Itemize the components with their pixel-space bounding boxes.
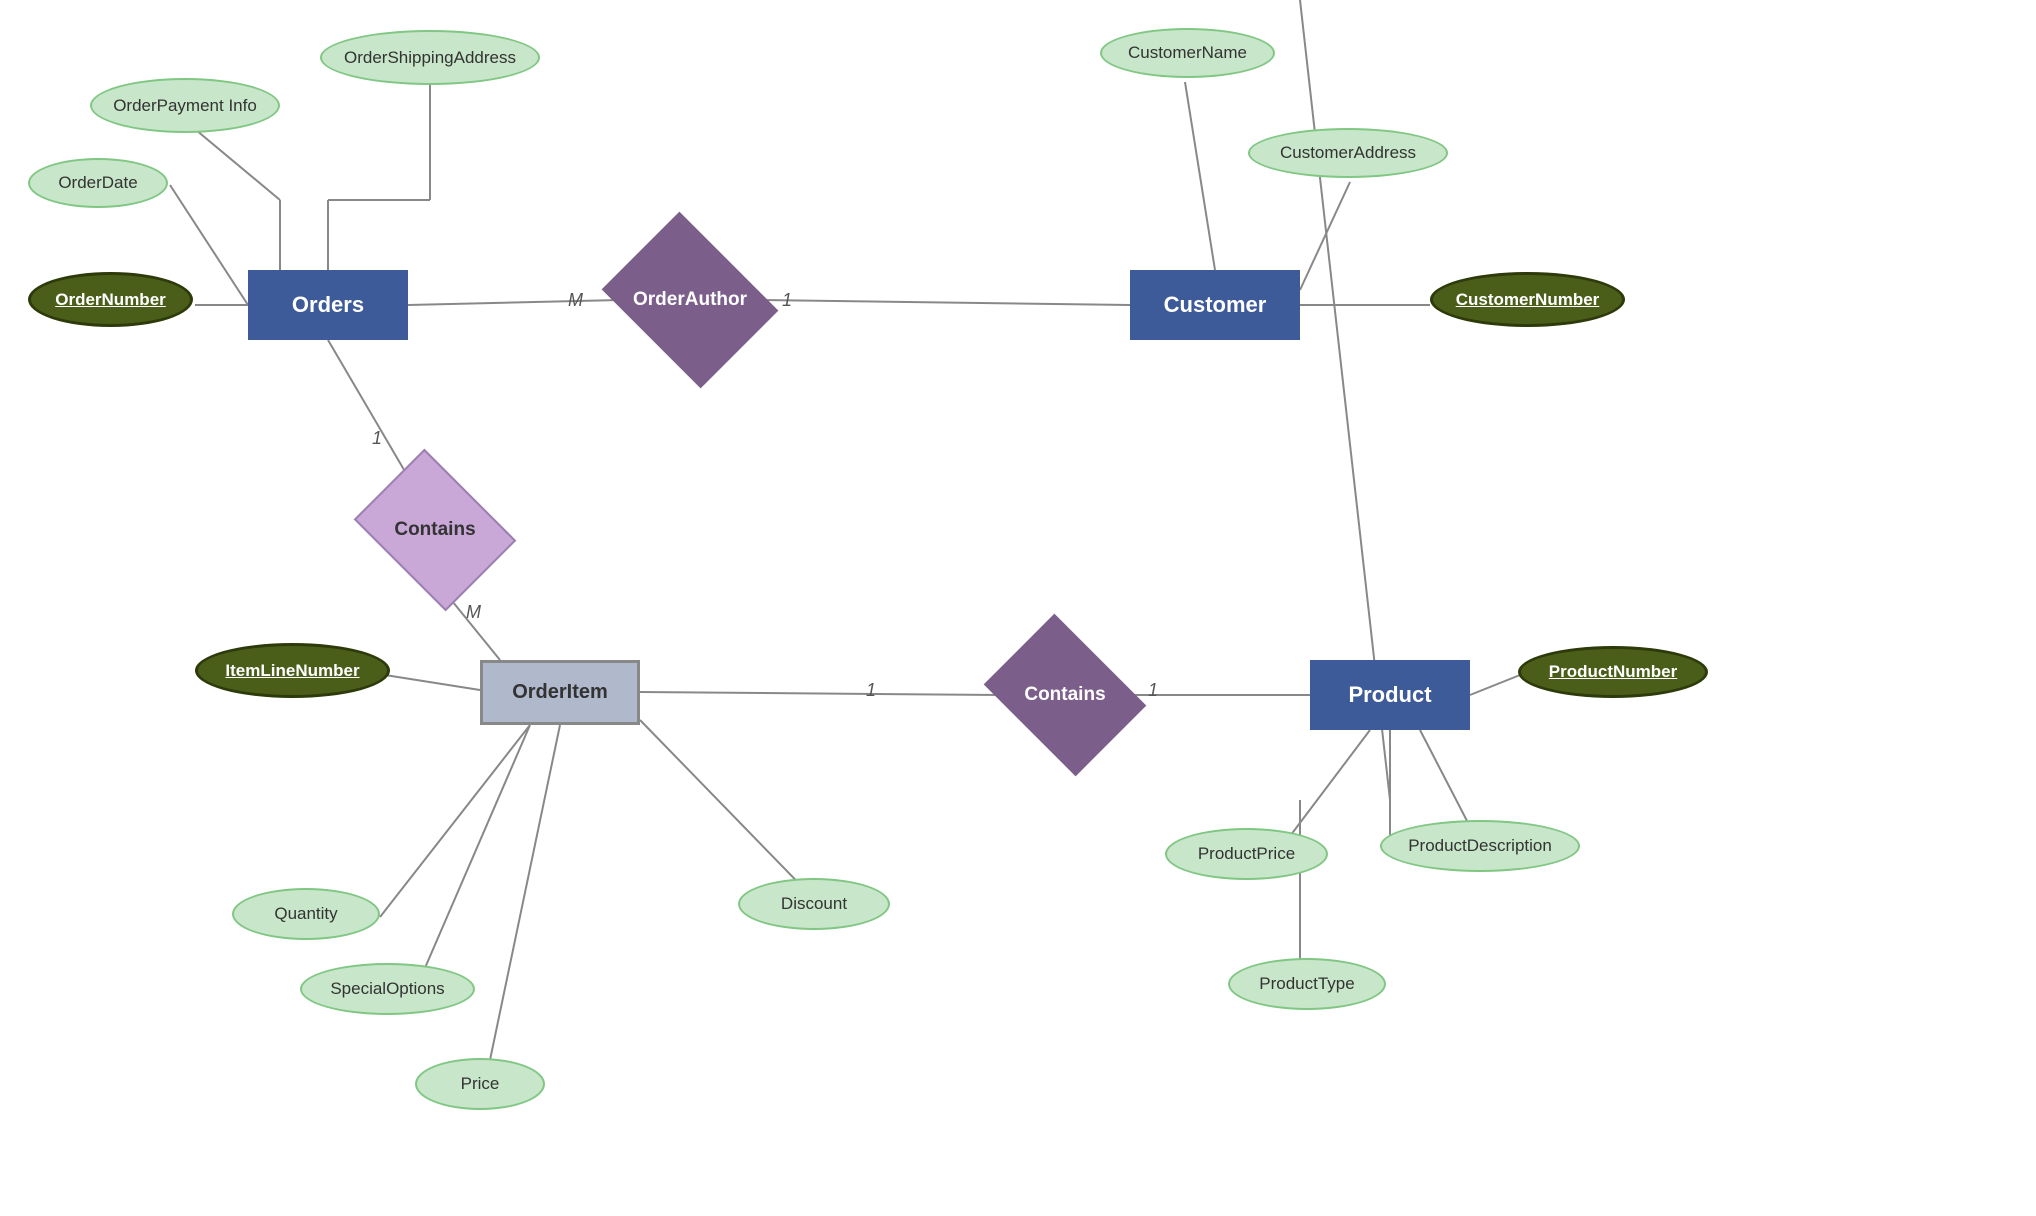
- card-contains2-1b: 1: [1148, 680, 1158, 701]
- ellipse-ordershippingaddress: OrderShippingAddress: [320, 30, 540, 85]
- relationship-orderauthor: OrderAuthor: [620, 245, 760, 355]
- ellipse-orderpaymentinfo: OrderPayment Info: [90, 78, 280, 133]
- card-contains2-1a: 1: [866, 680, 876, 701]
- card-orderauthor-m: M: [568, 290, 583, 311]
- ellipse-customername: CustomerName: [1100, 28, 1275, 78]
- ellipse-orderdate: OrderDate: [28, 158, 168, 208]
- ellipse-producttype: ProductType: [1228, 958, 1386, 1010]
- card-orderauthor-1: 1: [782, 290, 792, 311]
- ellipse-productnumber: ProductNumber: [1518, 646, 1708, 698]
- ellipse-ordernumber: OrderNumber: [28, 272, 193, 327]
- relationship-contains1: Contains: [370, 480, 500, 580]
- ellipse-quantity: Quantity: [232, 888, 380, 940]
- entity-product: Product: [1310, 660, 1470, 730]
- ellipse-productprice: ProductPrice: [1165, 828, 1328, 880]
- ellipse-customernumber: CustomerNumber: [1430, 272, 1625, 327]
- card-contains1-1: 1: [372, 428, 382, 449]
- card-contains1-m: M: [466, 602, 481, 623]
- connector-lines: [0, 0, 2036, 1216]
- entity-customer: Customer: [1130, 270, 1300, 340]
- ellipse-price: Price: [415, 1058, 545, 1110]
- ellipse-discount: Discount: [738, 878, 890, 930]
- ellipse-productdescription: ProductDescription: [1380, 820, 1580, 872]
- ellipse-customeraddress: CustomerAddress: [1248, 128, 1448, 178]
- entity-orders: Orders: [248, 270, 408, 340]
- ellipse-itemlinenumber: ItemLineNumber: [195, 643, 390, 698]
- entity-orderitem: OrderItem: [480, 660, 640, 725]
- er-diagram: Orders Customer OrderItem Product OrderA…: [0, 0, 2036, 1216]
- ellipse-specialoptions: SpecialOptions: [300, 963, 475, 1015]
- relationship-contains2: Contains: [1000, 645, 1130, 745]
